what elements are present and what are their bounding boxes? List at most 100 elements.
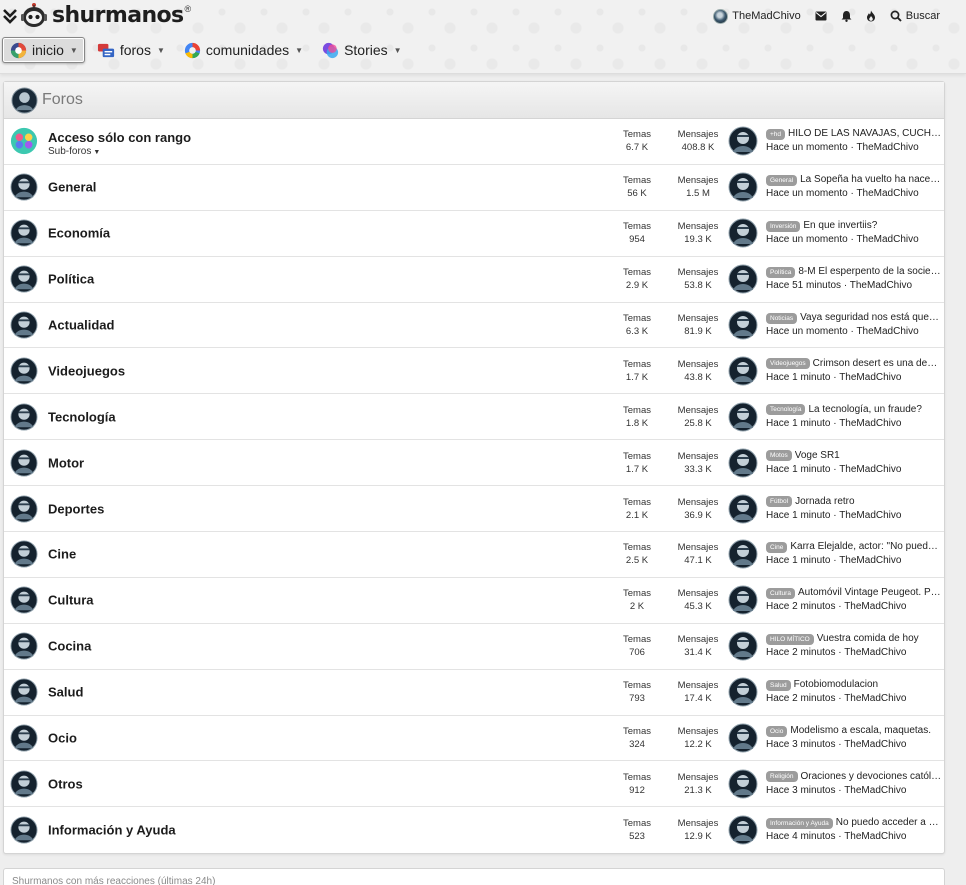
latest-user-link[interactable]: TheMadChivo [844,785,906,796]
forum-row[interactable]: Otros Temas 912 Mensajes 21.3 K Religión Oraci… [4,761,944,808]
latest-user-link[interactable]: TheMadChivo [844,647,906,658]
forum-row[interactable]: Salud Temas 793 Mensajes 17.4 K Salud Fotobiom… [4,670,944,716]
latest-thread-link[interactable]: 8-M El esperpento de la sociedad [798,265,942,279]
trending-button[interactable] [866,10,876,22]
latest-user-link[interactable]: TheMadChivo [844,739,906,750]
tab-foros[interactable]: foros ▼ [91,37,171,63]
latest-thread-link[interactable]: En que invertiis? [803,219,877,233]
prefix-badge[interactable]: Ocio [766,725,788,737]
forum-icon[interactable] [10,357,38,385]
prefix-badge[interactable]: Noticias [766,312,798,324]
avatar[interactable] [728,264,758,294]
prefix-badge[interactable]: Salud [766,679,791,691]
prefix-badge[interactable]: Inversión [766,220,801,232]
forum-icon[interactable] [10,403,38,431]
latest-time[interactable]: Hace un momento [766,142,848,153]
forum-title-link[interactable]: Ocio [48,731,77,746]
avatar[interactable] [728,539,758,569]
latest-user-link[interactable]: TheMadChivo [856,142,918,153]
forum-title-link[interactable]: Cine [48,547,76,562]
prefix-badge[interactable]: Tecnología [766,404,806,416]
latest-time[interactable]: Hace 3 minutos [766,785,835,796]
latest-user-link[interactable]: TheMadChivo [844,831,906,842]
prefix-badge[interactable]: Videojuegos [766,358,810,370]
forum-row[interactable]: Economía Temas 954 Mensajes 19.3 K Inversión E… [4,211,944,257]
latest-thread-link[interactable]: Karra Elejalde, actor: "No puede ser... [790,540,942,554]
prefix-badge[interactable]: Política [766,266,796,278]
latest-user-link[interactable]: TheMadChivo [839,555,901,566]
avatar[interactable] [728,448,758,478]
messages-button[interactable] [815,11,827,21]
forum-title-link[interactable]: Economía [48,226,110,241]
latest-time[interactable]: Hace 1 minuto [766,372,830,383]
user-menu[interactable]: TheMadChivo [713,8,801,24]
latest-user-link[interactable]: TheMadChivo [856,234,918,245]
alerts-button[interactable] [841,10,852,22]
latest-thread-link[interactable]: La Sopeña ha vuelto ha nacer, por... [800,173,942,187]
forum-row[interactable]: Cultura Temas 2 K Mensajes 45.3 K Cultura Auto… [4,578,944,624]
forum-title-link[interactable]: Cocina [48,639,91,654]
forum-row[interactable]: Información y Ayuda Temas 523 Mensajes 12.9 … [4,807,944,853]
forum-title-link[interactable]: Cultura [48,593,94,608]
latest-time[interactable]: Hace 3 minutos [766,739,835,750]
forum-row[interactable]: Política Temas 2.9 K Mensajes 53.8 K Política… [4,257,944,303]
latest-user-link[interactable]: TheMadChivo [844,601,906,612]
latest-user-link[interactable]: TheMadChivo [844,693,906,704]
forum-icon[interactable] [10,586,38,614]
prefix-badge[interactable]: HILO MÍTICO [766,633,814,645]
prefix-badge[interactable]: Cine [766,541,788,553]
latest-time[interactable]: Hace 2 minutos [766,601,835,612]
latest-thread-link[interactable]: Voge SR1 [795,449,840,463]
latest-time[interactable]: Hace 1 minuto [766,510,830,521]
tab-inicio[interactable]: inicio ▼ [2,37,85,63]
avatar[interactable] [728,815,758,845]
prefix-badge[interactable]: Religión [766,771,798,783]
forum-icon[interactable] [10,127,38,155]
prefix-badge[interactable]: Información y Ayuda [766,817,833,829]
forum-row[interactable]: General Temas 56 K Mensajes 1.5 M General La S… [4,165,944,211]
latest-user-link[interactable]: TheMadChivo [839,510,901,521]
prefix-badge[interactable]: General [766,174,798,186]
forum-icon[interactable] [10,540,38,568]
latest-thread-link[interactable]: Jornada retro [795,495,854,509]
forum-row[interactable]: Actualidad Temas 6.3 K Mensajes 81.9 K Notici… [4,303,944,349]
latest-thread-link[interactable]: Vuestra comida de hoy [817,632,919,646]
tab-comunidades[interactable]: comunidades ▼ [177,37,309,63]
forum-title-link[interactable]: Información y Ayuda [48,823,176,838]
prefix-badge[interactable]: Motos [766,450,792,462]
forum-row[interactable]: Acceso sólo con rango Sub-foros ▼ Temas 6.7 … [4,119,944,165]
latest-user-link[interactable]: TheMadChivo [839,372,901,383]
forum-icon[interactable] [10,678,38,706]
forum-row[interactable]: Tecnología Temas 1.8 K Mensajes 25.8 K Tecnol… [4,394,944,441]
latest-thread-link[interactable]: Fotobiomodulacion [794,678,879,692]
forum-icon[interactable] [10,265,38,293]
forum-row[interactable]: Motor Temas 1.7 K Mensajes 33.3 K Motos Voge S… [4,440,944,487]
forum-icon[interactable] [10,770,38,798]
forum-icon[interactable] [10,219,38,247]
latest-user-link[interactable]: TheMadChivo [856,188,918,199]
forum-title-link[interactable]: Salud [48,685,83,700]
forum-title-link[interactable]: Actualidad [48,318,114,333]
forum-icon[interactable] [10,632,38,660]
forum-row[interactable]: Deportes Temas 2.1 K Mensajes 36.9 K Fútbol Jo… [4,486,944,533]
avatar[interactable] [728,723,758,753]
latest-time[interactable]: Hace un momento [766,234,848,245]
latest-time[interactable]: Hace 51 minutos [766,280,841,291]
latest-thread-link[interactable]: Crimson desert es una decepción [813,357,942,371]
avatar[interactable] [728,631,758,661]
forum-icon[interactable] [10,816,38,844]
latest-time[interactable]: Hace 2 minutos [766,693,835,704]
forum-title-link[interactable]: General [48,180,96,195]
prefix-badge[interactable]: +hd [766,128,786,140]
latest-user-link[interactable]: TheMadChivo [856,326,918,337]
avatar[interactable] [728,218,758,248]
latest-user-link[interactable]: TheMadChivo [839,464,901,475]
site-logo[interactable]: shurmanos ® [2,2,191,30]
latest-time[interactable]: Hace un momento [766,188,848,199]
avatar[interactable] [728,126,758,156]
avatar[interactable] [728,402,758,432]
avatar[interactable] [728,356,758,386]
forum-icon[interactable] [10,449,38,477]
latest-thread-link[interactable]: Vaya seguridad nos está quedando [800,311,942,325]
subforums-dropdown[interactable]: Sub-foros ▼ [48,146,100,157]
